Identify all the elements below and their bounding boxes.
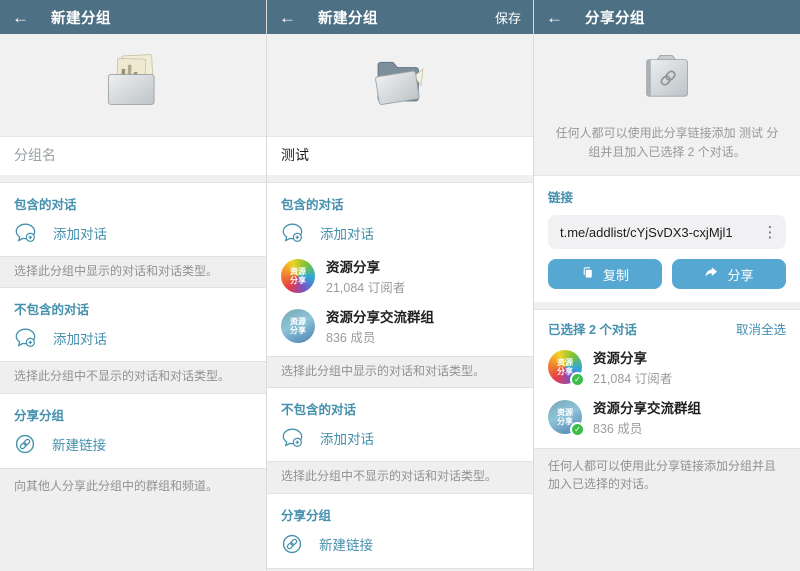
add-chat-button[interactable]: 添加对话 [281,213,519,251]
share-link-hint-text: 任何人都可以使用此分享链接添加分组并且加入已选择的对话。 [548,459,777,492]
selected-count-label: 已选择 2 个对话 [548,323,637,338]
chat-list-item[interactable]: 资源 分享 ✓ 资源分享 21,084 订阅者 [548,342,786,392]
link-label: 链接 [548,191,574,206]
chat-title: 资源分享交流群组 [326,310,434,325]
folder-hero: 任何人都可以使用此分享链接添加 测试 分组并且加入已选择 2 个对话。 [534,34,800,177]
share-button[interactable]: 分享 [672,259,786,290]
share-folder-section: 分享分组 新建链接 [0,393,266,468]
folder-hero [267,34,533,137]
section-label: 包含的对话 [14,198,77,212]
share-link-hint: 任何人都可以使用此分享链接添加分组并且加入已选择的对话。 [534,448,800,571]
share-arrow-icon [704,265,719,283]
chat-subtitle: 836 成员 [326,331,376,345]
check-badge-icon: ✓ [570,422,585,438]
chat-subtitle: 21,084 订阅者 [593,372,673,387]
appbar: ← 新建分组 [0,0,266,34]
folder-link-icon [631,46,703,114]
add-chat-label: 添加对话 [53,226,107,242]
excluded-chats-section: 不包含的对话 添加对话 [267,388,533,462]
folder-name-input[interactable] [281,147,519,163]
invite-link-url[interactable]: t.me/addlist/cYjSvDX3-cxjMjl1 [560,225,758,240]
excluded-hint: 选择此分组中不显示的对话和对话类型。 [0,361,266,394]
page-title: 新建分组 [318,10,378,27]
page-title: 新建分组 [51,10,111,27]
share-folder-section: 分享分组 新建链接 [267,493,533,568]
chat-subtitle: 21,084 订阅者 [326,281,406,295]
save-button[interactable]: 保存 [495,8,521,27]
share-hint-text: 向其他人分享此分组中的群组和频道。 [14,478,219,493]
section-label: 分享分组 [14,408,65,423]
avatar: 资源 分享 [281,259,315,293]
open-folder-icon [363,50,437,120]
copy-label: 复制 [602,267,629,283]
appbar: ← 新建分组 保存 [267,0,533,34]
back-icon[interactable]: ← [279,9,296,26]
link-circle-icon [281,533,303,555]
appbar: ← 分享分组 [534,0,800,34]
divider [267,175,533,183]
chat-list-item[interactable]: 资源 分享 资源分享交流群组 836 成员 [281,301,519,351]
avatar: 资源 分享 [281,309,315,343]
back-icon[interactable]: ← [12,9,29,26]
included-hint: 选择此分组中显示的对话和对话类型。 [267,356,533,389]
chat-list-item[interactable]: 资源 分享 资源分享 21,084 订阅者 [281,251,519,301]
share-hint: 向其他人分享此分组中的群组和频道。 [0,467,266,571]
avatar: 资源 分享 ✓ [548,350,585,388]
kebab-menu-icon[interactable]: ⋮ [758,225,782,240]
add-chat-label: 添加对话 [320,226,374,242]
deselect-all-button[interactable]: 取消全选 [736,319,786,338]
check-badge-icon: ✓ [570,372,585,388]
divider [534,302,800,311]
link-circle-icon [14,433,36,455]
invite-link-box[interactable]: t.me/addlist/cYjSvDX3-cxjMjl1 ⋮ [548,215,786,250]
create-link-label: 新建链接 [52,437,106,453]
create-link-label: 新建链接 [319,537,373,553]
excluded-hint: 选择此分组中不显示的对话和对话类型。 [267,461,533,494]
share-caption: 任何人都可以使用此分享链接添加 测试 分组并且加入已选择 2 个对话。 [555,126,779,159]
add-chat-button[interactable]: 添加对话 [14,318,252,356]
add-chat-label: 添加对话 [320,431,374,447]
selected-header: 已选择 2 个对话 取消全选 [548,319,786,342]
screen-new-folder-filled: ← 新建分组 保存 包含的对话 添加对话 [266,0,533,571]
section-label: 包含的对话 [281,198,344,212]
chat-plus-icon [281,222,304,243]
add-chat-label: 添加对话 [53,331,107,347]
create-link-button[interactable]: 新建链接 [281,524,519,563]
chat-subtitle: 836 成员 [593,422,643,437]
share-label: 分享 [727,267,754,283]
chat-title: 资源分享交流群组 [593,401,701,417]
page-title: 分享分组 [585,10,645,27]
add-chat-button[interactable]: 添加对话 [14,213,252,251]
add-chat-button[interactable]: 添加对话 [281,418,519,456]
link-actions: 复制 分享 [548,259,786,290]
chat-plus-icon [281,427,304,448]
included-hint: 选择此分组中显示的对话和对话类型。 [0,256,266,289]
section-label: 分享分组 [281,508,332,523]
chat-title: 资源分享 [593,351,647,367]
back-icon[interactable]: ← [546,9,563,26]
divider [0,175,266,183]
included-chats-section: 包含的对话 添加对话 [0,183,266,256]
excluded-chats-section: 不包含的对话 添加对话 [0,288,266,362]
folder-name-row [0,137,266,175]
avatar: 资源 分享 ✓ [548,400,585,438]
section-label: 不包含的对话 [14,303,90,318]
included-chats-section: 包含的对话 添加对话 资源 分享 资源分享 21,084 订阅者 资源 分享 资… [267,183,533,356]
selected-chats-section: 已选择 2 个对话 取消全选 资源 分享 ✓ 资源分享 21,084 订阅者 资… [534,310,800,449]
folder-documents-icon [96,50,170,120]
copy-button[interactable]: 复制 [548,259,662,290]
chat-plus-icon [14,327,37,348]
section-label: 不包含的对话 [281,403,357,418]
folder-hero [0,34,266,137]
chat-title: 资源分享 [326,260,380,275]
folder-name-row [267,137,533,175]
chat-plus-icon [14,222,37,243]
screen-new-folder-empty: ← 新建分组 分组名 包含的对话 添加对话 选择此分组中显示的对话和对话类型。 … [0,0,266,571]
folder-name-input[interactable] [14,147,252,163]
link-section: 链接 t.me/addlist/cYjSvDX3-cxjMjl1 ⋮ 复制 分享 [534,176,800,303]
chat-list-item[interactable]: 资源 分享 ✓ 资源分享交流群组 836 成员 [548,392,786,442]
screen-share-folder: ← 分享分组 任何人都可以使用此分享链接添加 测试 分组并且加入已选择 2 个对… [533,0,800,571]
copy-icon [581,266,595,283]
create-link-button[interactable]: 新建链接 [14,424,252,463]
